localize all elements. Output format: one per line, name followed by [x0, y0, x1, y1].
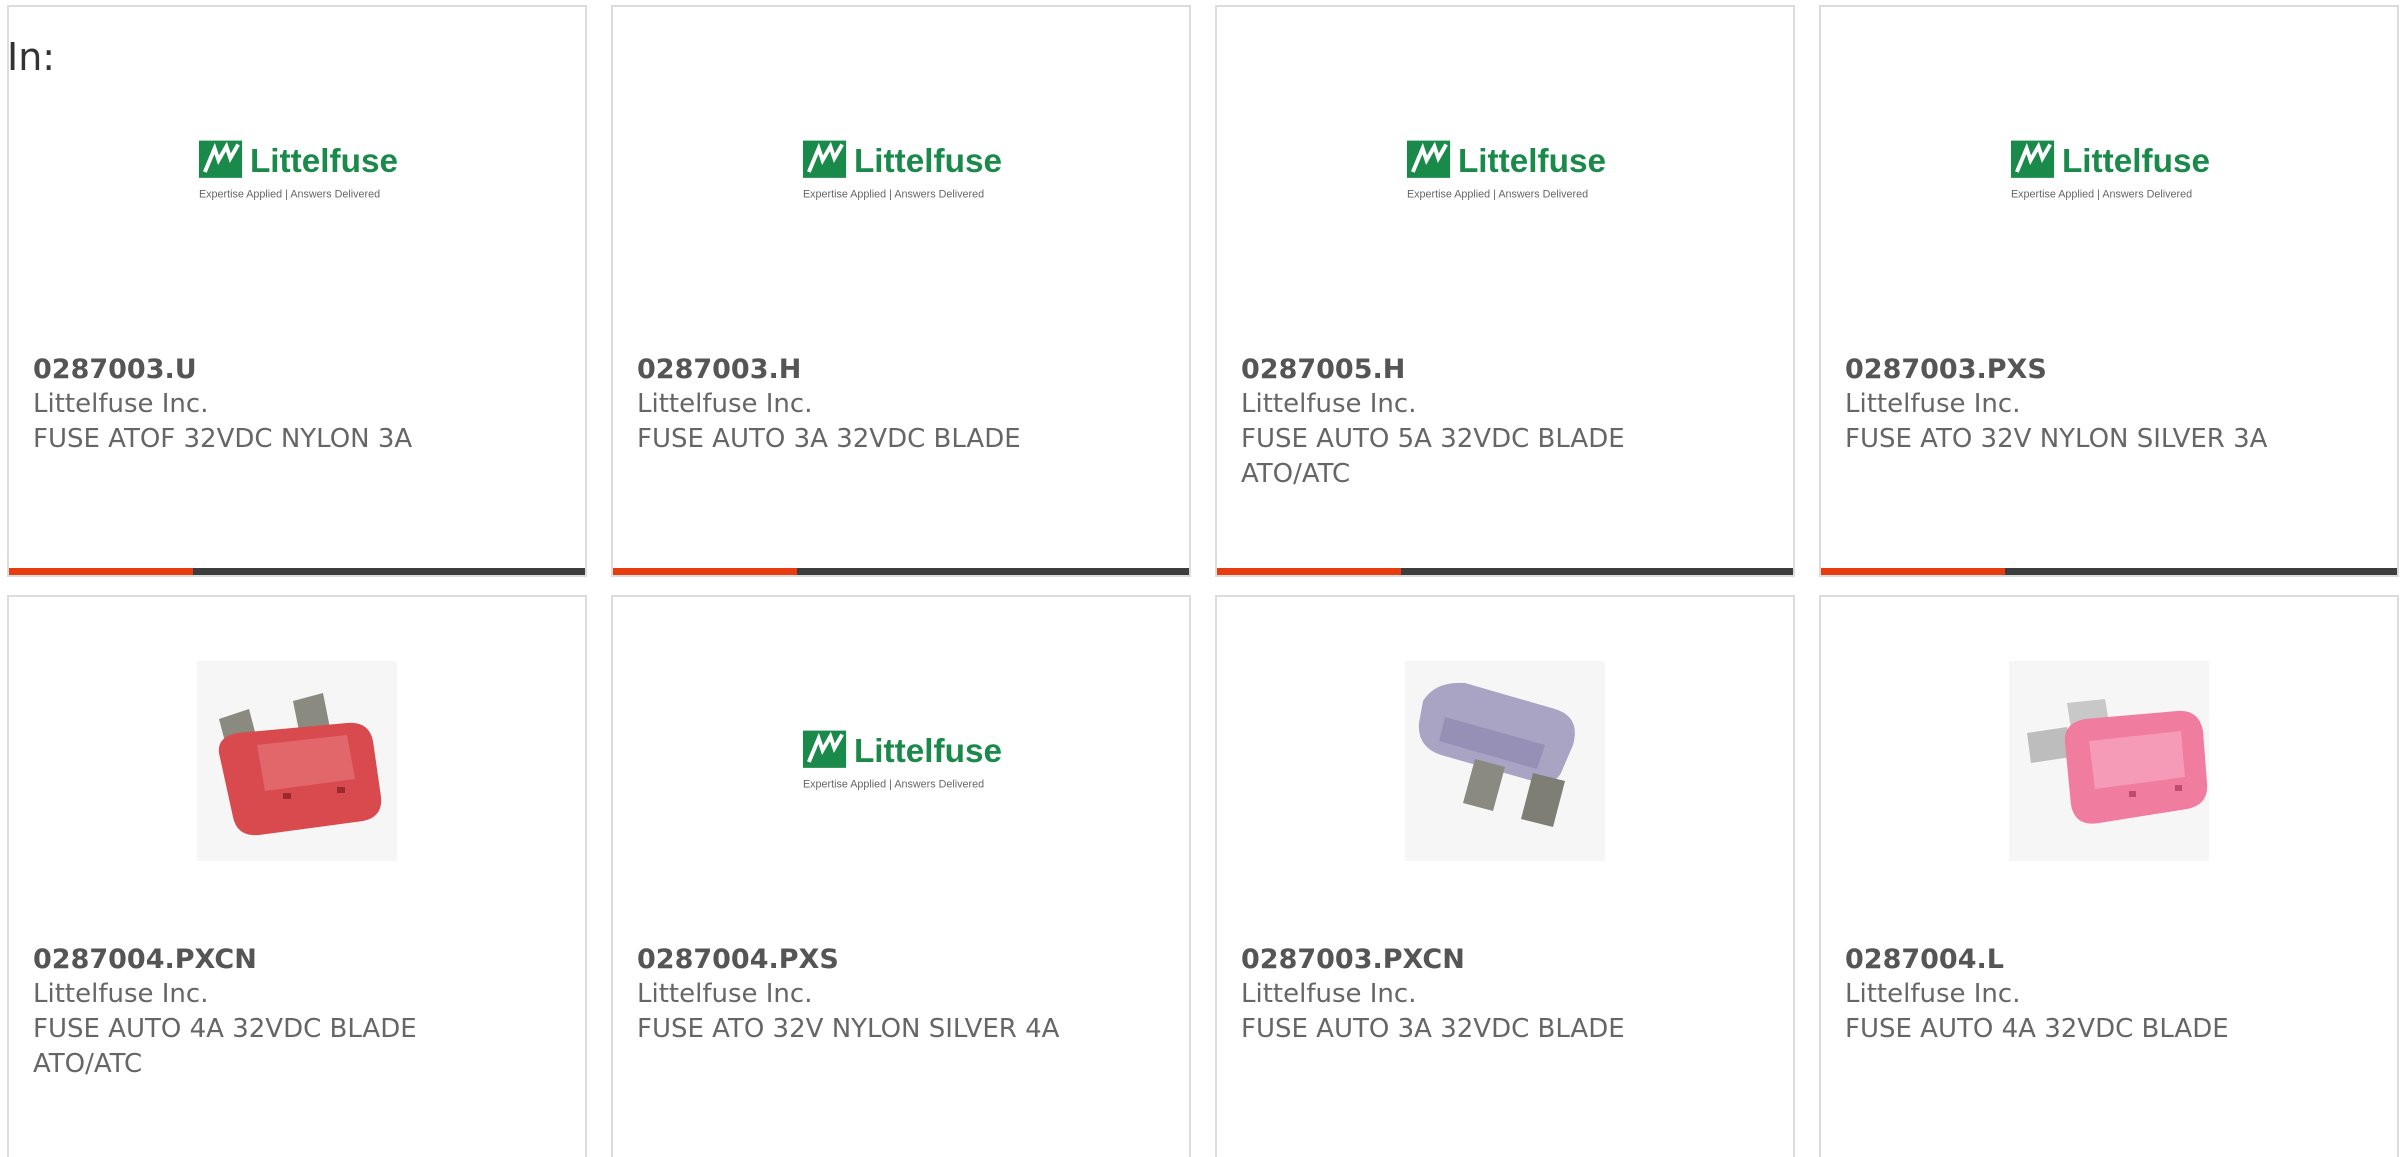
card-accent-bar	[613, 568, 1189, 575]
product-card[interactable]: Littelfuse Expertise Applied | Answers D…	[1819, 5, 2399, 577]
product-card[interactable]: Littelfuse Expertise Applied | Answers D…	[611, 5, 1191, 577]
card-accent-bar	[1821, 568, 2397, 575]
littelfuse-logo-image: Littelfuse Expertise Applied | Answers D…	[801, 71, 1001, 271]
product-grid: Littelfuse Expertise Applied | Answers D…	[0, 0, 2400, 1157]
product-card[interactable]: 0287004.L Littelfuse Inc. FUSE AUTO 4A 3…	[1819, 595, 2399, 1157]
pink-blade-fuse-image	[2009, 661, 2209, 861]
svg-text:Expertise Applied | Answers De: Expertise Applied | Answers Delivered	[803, 778, 984, 790]
manufacturer: Littelfuse Inc.	[637, 979, 813, 1009]
part-number-link[interactable]: 0287003.PXCN	[1241, 942, 1769, 977]
description: FUSE ATO 32V NYLON SILVER 3A	[1845, 424, 2268, 454]
description: FUSE AUTO 3A 32VDC BLADE	[637, 424, 1021, 454]
littelfuse-logo-image: Littelfuse Expertise Applied | Answers D…	[801, 661, 1001, 861]
svg-text:Expertise Applied | Answers De: Expertise Applied | Answers Delivered	[803, 188, 984, 200]
red-blade-fuse-image	[197, 661, 397, 861]
product-card[interactable]: Littelfuse Expertise Applied | Answers D…	[611, 595, 1191, 1157]
littelfuse-logo-image: Littelfuse Expertise Applied | Answers D…	[1405, 71, 1605, 271]
part-number-link[interactable]: 0287003.H	[637, 352, 1165, 387]
manufacturer: Littelfuse Inc.	[33, 979, 209, 1009]
manufacturer: Littelfuse Inc.	[1845, 389, 2021, 419]
svg-text:Expertise Applied | Answers De: Expertise Applied | Answers Delivered	[1407, 188, 1588, 200]
part-number-link[interactable]: 0287005.H	[1241, 352, 1769, 387]
manufacturer: Littelfuse Inc.	[637, 389, 813, 419]
svg-text:Expertise Applied | Answers De: Expertise Applied | Answers Delivered	[2011, 188, 2192, 200]
svg-text:Littelfuse: Littelfuse	[854, 733, 1001, 770]
product-card[interactable]: 0287004.PXCN Littelfuse Inc. FUSE AUTO 4…	[7, 595, 587, 1157]
part-number-link[interactable]: 0287003.PXS	[1845, 352, 2373, 387]
description: FUSE AUTO 4A 32VDC BLADE	[1845, 1014, 2229, 1044]
manufacturer: Littelfuse Inc.	[1241, 979, 1417, 1009]
card-accent-bar	[9, 568, 585, 575]
part-number-link[interactable]: 0287003.U	[33, 352, 561, 387]
violet-blade-fuse-image	[1405, 661, 1605, 861]
filter-label: In:	[7, 35, 56, 79]
part-number-link[interactable]: 0287004.PXS	[637, 942, 1165, 977]
manufacturer: Littelfuse Inc.	[1845, 979, 2021, 1009]
svg-text:Littelfuse: Littelfuse	[854, 143, 1001, 180]
product-card[interactable]: Littelfuse Expertise Applied | Answers D…	[7, 5, 587, 577]
svg-text:Littelfuse: Littelfuse	[2062, 143, 2209, 180]
description: FUSE ATOF 32VDC NYLON 3A	[33, 424, 413, 454]
description: FUSE ATO 32V NYLON SILVER 4A	[637, 1014, 1060, 1044]
svg-text:Littelfuse: Littelfuse	[1458, 143, 1605, 180]
littelfuse-logo-image: Littelfuse Expertise Applied | Answers D…	[2009, 71, 2209, 271]
description: FUSE AUTO 4A 32VDC BLADE ATO/ATC	[33, 1014, 417, 1079]
svg-text:Expertise Applied | Answers De: Expertise Applied | Answers Delivered	[199, 188, 380, 200]
part-number-link[interactable]: 0287004.PXCN	[33, 942, 561, 977]
product-card[interactable]: 0287003.PXCN Littelfuse Inc. FUSE AUTO 3…	[1215, 595, 1795, 1157]
littelfuse-logo-image: Littelfuse Expertise Applied | Answers D…	[197, 71, 397, 271]
manufacturer: Littelfuse Inc.	[33, 389, 209, 419]
manufacturer: Littelfuse Inc.	[1241, 389, 1417, 419]
description: FUSE AUTO 5A 32VDC BLADE ATO/ATC	[1241, 424, 1625, 489]
product-card[interactable]: Littelfuse Expertise Applied | Answers D…	[1215, 5, 1795, 577]
description: FUSE AUTO 3A 32VDC BLADE	[1241, 1014, 1625, 1044]
card-accent-bar	[1217, 568, 1793, 575]
part-number-link[interactable]: 0287004.L	[1845, 942, 2373, 977]
svg-text:Littelfuse: Littelfuse	[250, 143, 397, 180]
